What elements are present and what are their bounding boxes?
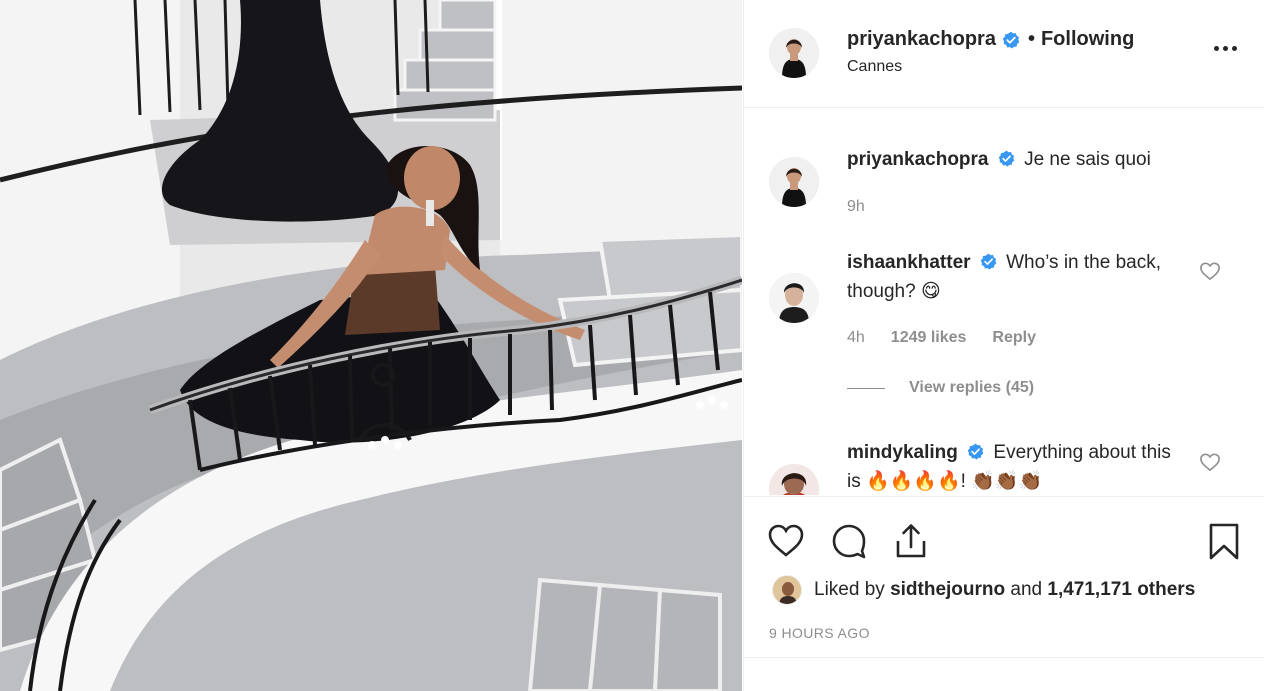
author-line: priyankachopra • Following <box>847 28 1134 51</box>
view-replies-label: View replies (45) <box>909 379 1035 396</box>
liked-by-prefix: Liked by <box>814 579 885 600</box>
share-icon[interactable] <box>891 521 931 561</box>
comment-time[interactable]: 4h <box>847 329 865 347</box>
liked-by-and: and <box>1010 579 1043 600</box>
post-location[interactable]: Cannes <box>847 58 902 76</box>
reply-button[interactable]: Reply <box>992 329 1036 347</box>
commenter-avatar[interactable] <box>769 157 819 207</box>
comment-username[interactable]: priyankachopra <box>847 149 989 170</box>
comment-time[interactable]: 9h <box>847 198 865 216</box>
post-actions: Liked by sidthejourno and 1,471,171 othe… <box>744 496 1264 691</box>
commenter-avatar[interactable] <box>769 273 819 323</box>
post-sidebar: priyankachopra • Following Cannes priyan… <box>743 0 1280 691</box>
author-avatar[interactable] <box>769 28 819 78</box>
more-options-icon[interactable] <box>1211 38 1241 58</box>
verified-badge-icon <box>1002 31 1020 49</box>
liked-by-count[interactable]: 1,471,171 others <box>1047 579 1195 601</box>
comment-username[interactable]: ishaankhatter <box>847 252 971 273</box>
liker-avatar[interactable] <box>772 575 802 605</box>
heart-icon[interactable] <box>766 521 806 561</box>
comment-body: ishaankhatter Who’s in the back, though?… <box>847 248 1177 306</box>
post-photo[interactable] <box>0 0 742 691</box>
comment-username[interactable]: mindykaling <box>847 442 958 463</box>
likes-summary[interactable]: Liked by sidthejourno and 1,471,171 othe… <box>772 575 1195 605</box>
liked-by-user[interactable]: sidthejourno <box>890 579 1005 601</box>
like-comment-heart-icon[interactable] <box>1199 452 1221 472</box>
verified-badge-icon <box>998 150 1015 167</box>
comment-text: Je ne sais quoi <box>1024 149 1151 170</box>
post-header: priyankachopra • Following Cannes <box>744 0 1264 108</box>
divider <box>744 657 1264 658</box>
like-comment-heart-icon[interactable] <box>1199 261 1221 281</box>
bookmark-icon[interactable] <box>1204 521 1244 561</box>
verified-badge-icon <box>967 443 984 460</box>
view-replies-line <box>847 387 885 389</box>
staircase-photo-image <box>0 0 742 691</box>
comment-body: mindykaling Everything about this is 🔥🔥🔥… <box>847 438 1177 495</box>
commenter-avatar[interactable] <box>769 464 819 495</box>
comments-list[interactable]: priyankachopra Je ne sais quoi 9h ishaan… <box>744 109 1264 495</box>
comment-body: priyankachopra Je ne sais quoi <box>847 145 1177 174</box>
view-replies-button[interactable]: View replies (45) <box>847 379 1034 397</box>
post-timestamp[interactable]: 9 HOURS AGO <box>769 625 870 641</box>
comment-meta: 9h <box>847 198 865 216</box>
verified-badge-icon <box>980 253 997 270</box>
comment-meta: 4h 1249 likes Reply <box>847 329 1036 347</box>
comment-likes[interactable]: 1249 likes <box>891 329 967 347</box>
following-button[interactable]: Following <box>1041 28 1134 51</box>
header-separator: • <box>1027 28 1035 50</box>
comment-icon[interactable] <box>829 521 869 561</box>
author-username[interactable]: priyankachopra <box>847 28 996 51</box>
